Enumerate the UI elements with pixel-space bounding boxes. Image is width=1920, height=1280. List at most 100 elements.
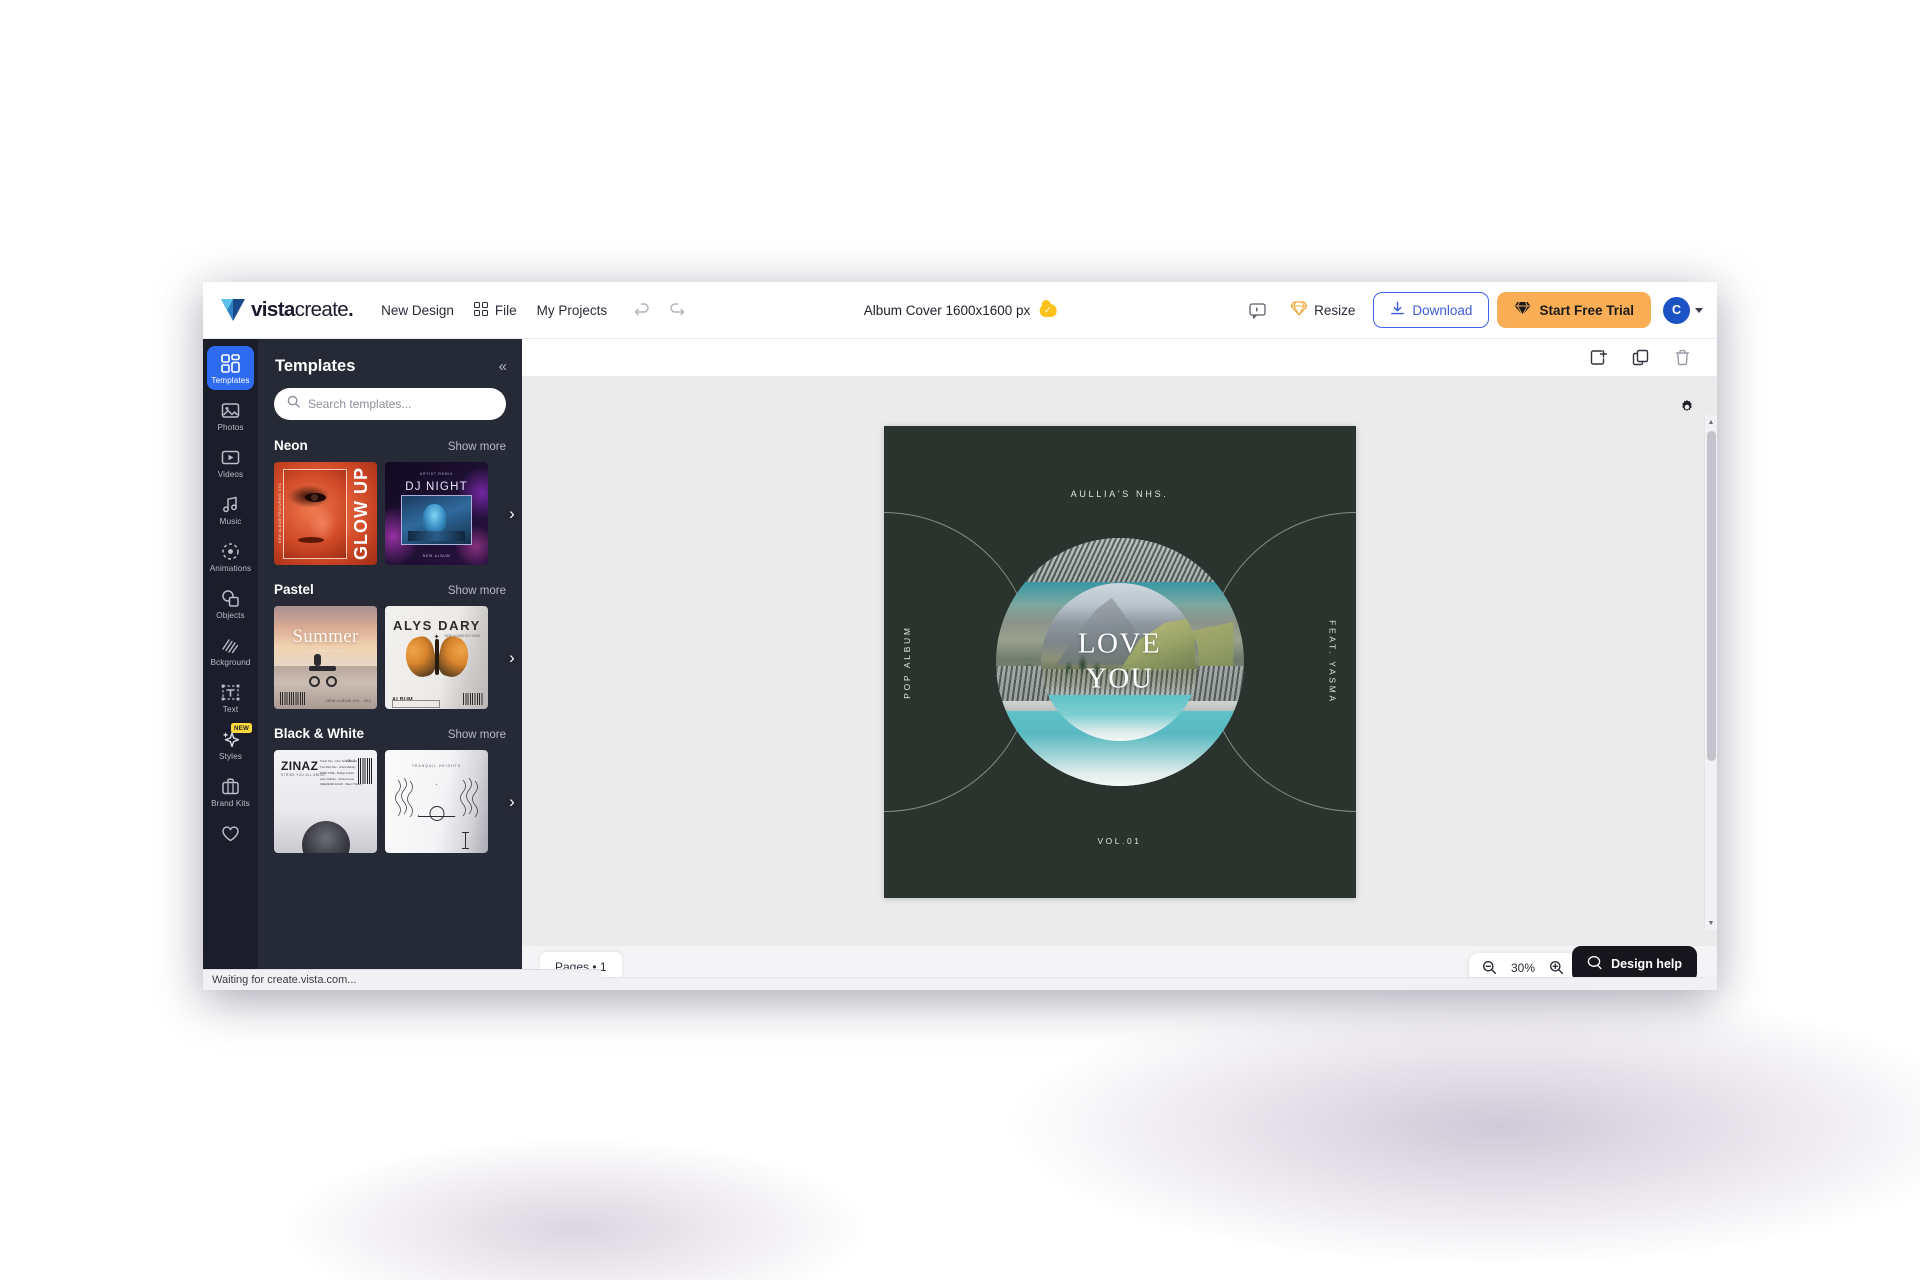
template-thumb-abstract-lines[interactable]: TRANQUIL HEIGHTS — [385, 750, 488, 853]
start-free-trial-button[interactable]: Start Free Trial — [1497, 292, 1651, 328]
resize-button[interactable]: Resize — [1281, 294, 1365, 326]
file-label: File — [494, 302, 517, 318]
category-title-black-white: Black & White — [274, 726, 365, 741]
sidebar-item-music[interactable]: Music — [207, 487, 254, 531]
desktop-wallpaper: vistacreate. New Design File My Projects… — [0, 0, 1920, 1280]
editor-area: AULLIA'S NHS. POP ALBUM FEAT. YASMA LOVE… — [522, 339, 1717, 990]
sidebar-item-background[interactable]: Bckground — [207, 628, 254, 672]
scroll-up-icon[interactable]: ▲ — [1705, 415, 1717, 429]
show-more-pastel[interactable]: Show more — [448, 585, 506, 597]
sidebar-item-brand-kits[interactable]: Brand Kits — [207, 769, 254, 813]
zoom-in-icon[interactable] — [1549, 960, 1564, 975]
download-button[interactable]: Download — [1373, 292, 1490, 328]
search-input[interactable] — [308, 397, 493, 411]
artboard-top-text[interactable]: AULLIA'S NHS. — [884, 489, 1356, 499]
topbar-right-group: Resize Download Start Free Trial C — [1241, 292, 1703, 328]
next-arrow-black-white[interactable]: › — [504, 792, 520, 812]
squiggle-left-icon — [395, 778, 413, 818]
template-thumb-zinaz[interactable]: ZINAZ STRIKE YOU ALL ABOUT Track Two - I… — [274, 750, 377, 853]
vertical-scroll-thumb[interactable] — [1707, 431, 1716, 761]
horizontal-scrollbar[interactable] — [522, 977, 1717, 990]
sidebar-item-animations[interactable]: Animations — [207, 534, 254, 578]
add-page-icon[interactable] — [1585, 345, 1611, 371]
sidebar-label-styles: Styles — [219, 752, 242, 761]
canvas-area[interactable]: AULLIA'S NHS. POP ALBUM FEAT. YASMA LOVE… — [522, 377, 1717, 946]
category-header-neon: Neon Show more — [274, 438, 506, 453]
panel-title: Templates — [275, 357, 356, 375]
template-thumb-glow-up[interactable]: NEW ALBUM FEATURING XYZ GLOW UP — [274, 462, 377, 565]
scroll-down-icon[interactable]: ▼ — [1705, 916, 1717, 930]
artboard-right-text[interactable]: FEAT. YASMA — [1328, 620, 1338, 704]
abstract-kicker: TRANQUIL HEIGHTS — [411, 764, 462, 768]
templates-icon — [220, 353, 241, 374]
artboard-left-text[interactable]: POP ALBUM — [902, 625, 912, 698]
scroll-corner — [1704, 977, 1717, 990]
next-arrow-neon[interactable]: › — [504, 504, 520, 524]
album-cover-artboard[interactable]: AULLIA'S NHS. POP ALBUM FEAT. YASMA LOVE… — [883, 425, 1356, 898]
sidebar-label-animations: Animations — [209, 564, 252, 573]
sidebar-label-templates: Templates — [211, 376, 250, 385]
objects-icon — [220, 588, 241, 609]
gear-icon[interactable] — [1679, 399, 1695, 420]
sidebar-item-favorites[interactable] — [207, 816, 254, 851]
resize-label: Resize — [1314, 302, 1356, 318]
left-icon-rail: Templates Photos Videos Music Animations… — [203, 339, 258, 990]
zoom-out-icon[interactable] — [1482, 960, 1497, 975]
next-arrow-pastel[interactable]: › — [504, 648, 520, 668]
new-design-button[interactable]: New Design — [371, 297, 464, 324]
document-title-group[interactable]: Album Cover 1600x1600 px ✓ — [864, 299, 1057, 318]
category-header-pastel: Pastel Show more — [274, 582, 506, 597]
sidebar-item-objects[interactable]: Objects — [207, 581, 254, 625]
diamond-icon — [1290, 301, 1308, 319]
new-badge: NEW — [230, 723, 252, 733]
artboard-bottom-text[interactable]: VOL.01 — [884, 836, 1356, 846]
category-row-neon: NEW ALBUM FEATURING XYZ GLOW UP ARTIST R… — [274, 462, 515, 565]
my-projects-label: My Projects — [536, 302, 608, 318]
my-projects-button[interactable]: My Projects — [527, 297, 618, 324]
sidebar-item-videos[interactable]: Videos — [207, 440, 254, 484]
file-menu-button[interactable]: File — [464, 296, 527, 325]
template-thumb-alys-dary[interactable]: ALYS DARY NEW ALBUM OUT NOW ✦ ALBUM — [385, 606, 488, 709]
logo-wordmark: vistacreate. — [251, 298, 354, 321]
template-thumb-dj-night[interactable]: ARTIST REMIX DJ NIGHT NEW ALBUM — [385, 462, 488, 565]
sidebar-item-photos[interactable]: Photos — [207, 393, 254, 437]
grid-icon — [473, 301, 488, 319]
comment-icon[interactable] — [1241, 294, 1273, 326]
chat-bubble-icon — [1587, 955, 1603, 973]
artboard-center-text[interactable]: LOVE YOU — [1078, 626, 1161, 697]
sidebar-item-text[interactable]: Text — [207, 675, 254, 719]
dj-night-title: DJ NIGHT — [405, 481, 468, 493]
sidebar-item-styles[interactable]: NEW Styles — [207, 722, 254, 766]
sidebar-label-brand-kits: Brand Kits — [211, 799, 250, 808]
glow-up-side-text: NEW ALBUM FEATURING XYZ — [277, 483, 282, 544]
category-title-neon: Neon — [274, 438, 308, 453]
undo-icon[interactable] — [627, 295, 657, 325]
music-icon — [220, 494, 241, 515]
sidebar-label-text: Text — [222, 705, 239, 714]
undo-redo-group — [627, 295, 691, 325]
sidebar-label-videos: Videos — [217, 470, 244, 479]
duplicate-page-icon[interactable] — [1627, 345, 1653, 371]
summer-foot: NEW ALBUM VOL. 002 — [326, 699, 371, 703]
glow-up-title: GLOW UP — [351, 467, 371, 560]
download-icon — [1390, 301, 1405, 319]
avatar: C — [1663, 296, 1690, 324]
delete-page-icon[interactable] — [1669, 345, 1695, 371]
sidebar-item-templates[interactable]: Templates — [207, 346, 254, 390]
canvas-vertical-scrollbar[interactable]: ▲ ▼ — [1704, 415, 1717, 930]
search-templates-box[interactable] — [274, 388, 506, 420]
template-thumb-summer[interactable]: Summer a period of time NEW ALBUM VOL. 0… — [274, 606, 377, 709]
vistacreate-logo[interactable]: vistacreate. — [221, 298, 354, 322]
heart-icon — [220, 823, 241, 844]
redo-icon[interactable] — [661, 295, 691, 325]
show-more-black-white[interactable]: Show more — [448, 729, 506, 741]
sidebar-label-objects: Objects — [216, 611, 245, 620]
templates-scroll-area: Neon Show more NEW ALBUM FEATURING XYZ G… — [258, 388, 522, 990]
account-menu[interactable]: C — [1663, 296, 1703, 324]
show-more-neon[interactable]: Show more — [448, 441, 506, 453]
category-row-black-white: ZINAZ STRIKE YOU ALL ABOUT Track Two - I… — [274, 750, 515, 853]
background-icon — [220, 635, 241, 656]
app-topbar: vistacreate. New Design File My Projects… — [203, 282, 1717, 339]
templates-panel-header: Templates « — [258, 339, 522, 388]
collapse-panel-icon[interactable]: « — [499, 359, 507, 374]
